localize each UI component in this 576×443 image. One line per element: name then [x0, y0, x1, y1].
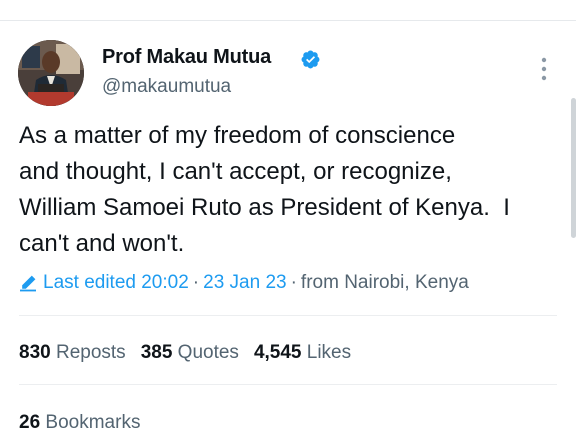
- tweet-location: from Nairobi, Kenya: [300, 272, 469, 293]
- verified-badge-icon[interactable]: [300, 49, 321, 70]
- bookmarks-count: 26: [19, 412, 41, 433]
- quotes-label: Quotes: [177, 342, 239, 363]
- tweet-meta: Last edited 20:02 · 23 Jan 23 · from Nai…: [19, 271, 469, 295]
- likes-count: 4,545: [253, 342, 302, 363]
- bookmarks-label: Bookmarks: [45, 412, 141, 433]
- engagement-stats: 830 Reposts 385 Quotes 4,545 Likes: [19, 341, 366, 365]
- edited-date[interactable]: 23 Jan 23: [203, 271, 286, 295]
- bookmarks-stat[interactable]: 26 Bookmarks: [19, 411, 140, 435]
- pencil-icon: [20, 275, 36, 292]
- likes-stat[interactable]: 4,545 Likes: [254, 342, 351, 363]
- last-edited-link[interactable]: Last edited 20:02: [43, 271, 189, 295]
- reposts-label: Reposts: [55, 342, 126, 363]
- author-handle[interactable]: @makaumutua: [102, 75, 231, 99]
- scrollbar[interactable]: [571, 98, 576, 238]
- divider: [19, 315, 557, 316]
- divider: [19, 384, 557, 385]
- likes-label: Likes: [306, 342, 352, 363]
- avatar-image: [18, 40, 84, 106]
- quotes-stat[interactable]: 385 Quotes: [141, 342, 239, 363]
- more-vertical-icon[interactable]: [534, 54, 554, 84]
- separator: ·: [192, 272, 200, 293]
- reposts-count: 830: [19, 342, 51, 363]
- quotes-count: 385: [140, 342, 173, 363]
- author-name[interactable]: Prof Makau Mutua: [102, 45, 271, 69]
- avatar[interactable]: [18, 40, 84, 106]
- top-divider: [0, 20, 576, 21]
- reposts-stat[interactable]: 830 Reposts: [19, 342, 126, 363]
- tweet-text: As a matter of my freedom of conscience …: [19, 122, 510, 257]
- separator: ·: [290, 272, 297, 293]
